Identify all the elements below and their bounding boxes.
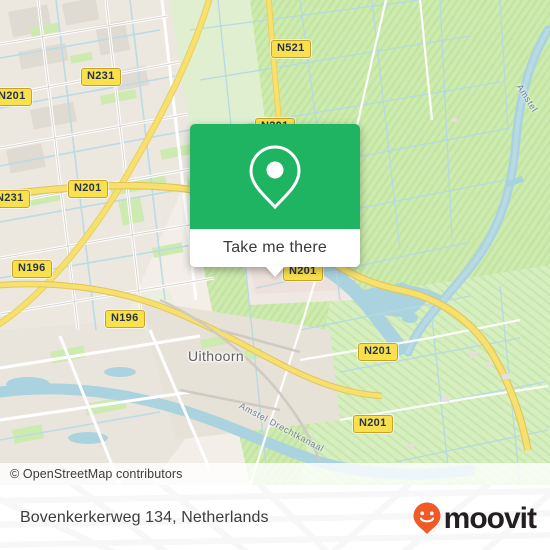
take-me-there-button[interactable]: Take me there [190,229,360,277]
map-water-label: Amstel Drechtkanaal [237,400,326,454]
take-me-there-label: Take me there [223,239,327,256]
card-pointer-tail [265,266,285,277]
moovit-pin-icon [413,502,441,534]
moovit-map-card: N521N231N201N201N231N196N196N201N201N201… [0,0,550,550]
address-label: Bovenkerkerweg 134, Netherlands [20,508,269,526]
moovit-wordmark: moovit [443,501,537,535]
map-canvas[interactable]: N521N231N201N201N231N196N196N201N201N201… [0,0,550,485]
osm-attribution-text[interactable]: © OpenStreetMap contributors [0,467,183,481]
map-pin-icon [249,144,301,209]
map-attribution-bar: © OpenStreetMap contributors [0,463,550,485]
destination-card[interactable]: Take me there [190,124,360,277]
footer-bar: Bovenkerkerweg 134, Netherlands moovit [0,485,550,550]
card-pin-panel [190,124,360,229]
map-water-label: Amstel [514,82,540,115]
moovit-logo[interactable]: moovit [412,501,537,535]
